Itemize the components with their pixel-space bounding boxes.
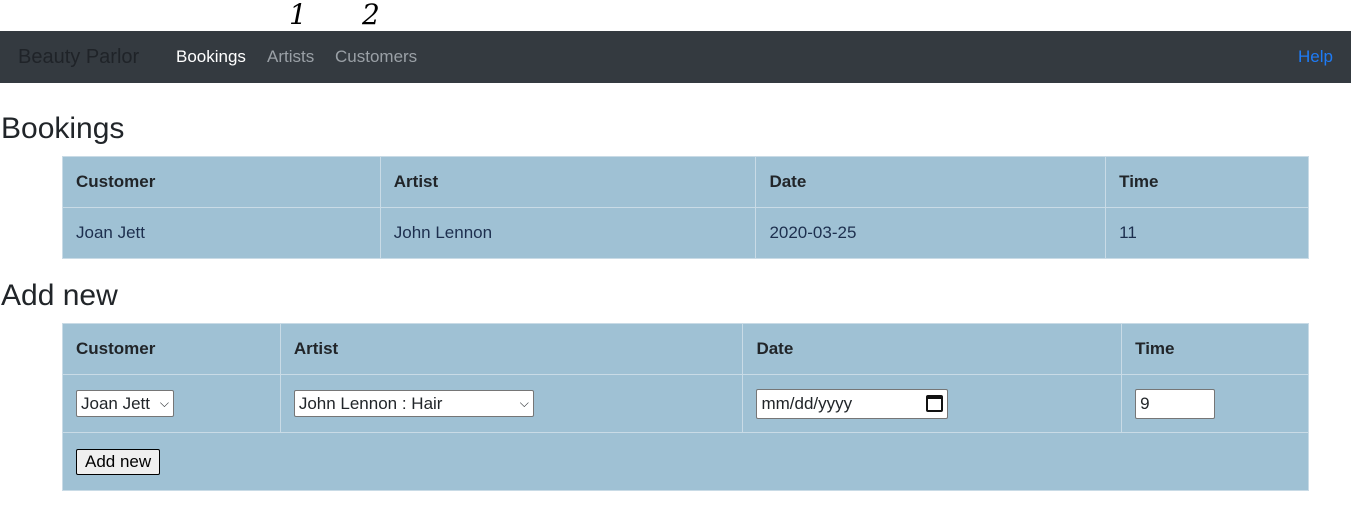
cell-time: 11	[1105, 207, 1309, 259]
nav-link-bookings[interactable]: Bookings	[176, 47, 246, 67]
column-header-artist: Artist	[379, 156, 757, 208]
nav-link-artists[interactable]: Artists	[267, 47, 314, 67]
customer-cell: Joan Jett ⌵	[62, 374, 281, 433]
column-header-date: Date	[742, 323, 1123, 375]
date-input-placeholder: mm/dd/yyyy	[761, 393, 853, 413]
column-header-date: Date	[755, 156, 1107, 208]
column-header-time: Time	[1105, 156, 1309, 208]
add-new-table: Customer Artist Date Time Joan Jett ⌵ Jo…	[62, 323, 1309, 491]
bookings-table: Customer Artist Date Time Joan Jett John…	[62, 156, 1309, 259]
time-input[interactable]: 9	[1135, 388, 1216, 419]
chevron-down-icon: ⌵	[519, 396, 529, 410]
date-input[interactable]: mm/dd/yyyy	[756, 388, 949, 419]
add-new-header-row: Customer Artist Date Time	[62, 323, 1309, 375]
handwritten-annotation-1: 1	[289, 0, 307, 31]
column-header-customer: Customer	[62, 323, 281, 375]
nav-link-customers[interactable]: Customers	[335, 47, 417, 67]
chevron-down-icon: ⌵	[159, 396, 169, 410]
column-header-customer: Customer	[62, 156, 381, 208]
customer-select-value: Joan Jett	[81, 393, 150, 413]
add-new-button[interactable]: Add new	[76, 448, 161, 475]
column-header-artist: Artist	[279, 323, 744, 375]
bookings-heading: Bookings	[1, 112, 125, 145]
add-new-input-row: Joan Jett ⌵ John Lennon : Hair ⌵ mm/dd/y…	[62, 374, 1309, 433]
cell-artist: John Lennon	[379, 207, 757, 259]
artist-select[interactable]: John Lennon : Hair ⌵	[293, 390, 534, 417]
time-input-value: 9	[1140, 393, 1150, 413]
customer-select[interactable]: Joan Jett ⌵	[76, 390, 174, 417]
cell-date: 2020-03-25	[755, 207, 1107, 259]
submit-cell: Add new	[62, 432, 1309, 491]
bookings-header-row: Customer Artist Date Time	[62, 156, 1309, 208]
add-new-heading: Add new	[1, 279, 118, 312]
cell-customer: Joan Jett	[62, 207, 381, 259]
add-new-submit-row: Add new	[62, 432, 1309, 491]
top-navbar: Beauty Parlor Bookings Artists Customers…	[0, 31, 1351, 83]
nav-link-help[interactable]: Help	[1298, 47, 1333, 67]
brand-title[interactable]: Beauty Parlor	[18, 46, 139, 69]
column-header-time: Time	[1121, 323, 1309, 375]
artist-cell: John Lennon : Hair ⌵	[279, 374, 744, 433]
table-row: Joan Jett John Lennon 2020-03-25 11	[62, 207, 1309, 259]
handwritten-annotation-2: 2	[362, 0, 380, 31]
calendar-icon[interactable]	[926, 395, 944, 412]
time-cell: 9	[1121, 374, 1309, 433]
artist-select-value: John Lennon : Hair	[298, 393, 443, 413]
date-cell: mm/dd/yyyy	[742, 374, 1123, 433]
